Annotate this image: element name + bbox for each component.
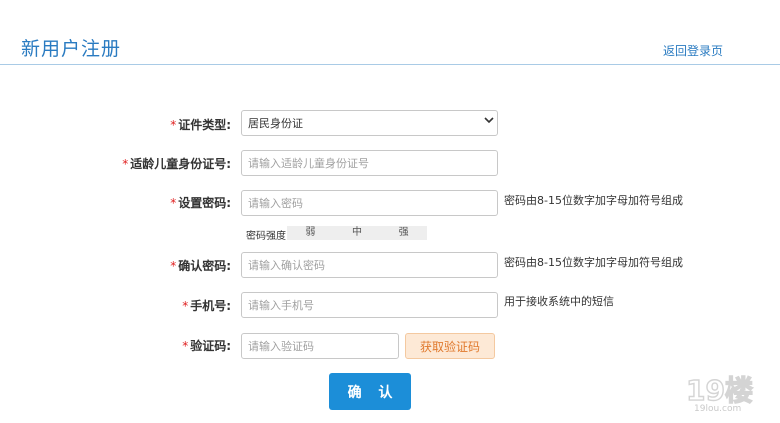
page-title: 新用户注册: [21, 38, 122, 60]
confirm-password-input[interactable]: [241, 252, 498, 278]
required-mark: *: [122, 157, 129, 171]
code-input[interactable]: [241, 333, 399, 359]
page-header: 新用户注册 返回登录页: [0, 0, 780, 65]
id-type-select[interactable]: 居民身份证: [241, 110, 498, 136]
password-strength-label: 密码强度: [246, 231, 286, 242]
password-strength-bar: 弱 中 强: [287, 226, 427, 240]
code-label: * 验证码:: [182, 339, 231, 353]
id-type-label: * 证件类型:: [170, 118, 231, 132]
phone-input[interactable]: [241, 292, 498, 318]
strength-medium: 中: [352, 227, 362, 238]
logo-mark: 19楼: [686, 374, 753, 407]
confirm-password-hint: 密码由8-15位数字加字母加符号组成: [504, 256, 683, 269]
required-mark: *: [170, 259, 177, 273]
password-input[interactable]: [241, 190, 498, 216]
required-mark: *: [182, 299, 189, 313]
back-to-login-link[interactable]: 返回登录页: [663, 42, 723, 59]
required-mark: *: [170, 118, 177, 132]
confirm-button[interactable]: 确 认: [329, 373, 411, 410]
password-hint: 密码由8-15位数字加字母加符号组成: [504, 194, 683, 207]
child-id-input[interactable]: [241, 150, 498, 176]
strength-strong: 强: [398, 227, 409, 238]
watermark-site-text: 19lou.com: [694, 404, 742, 414]
phone-hint: 用于接收系统中的短信: [504, 295, 614, 308]
strength-weak: 弱: [305, 227, 316, 238]
password-label: * 设置密码:: [170, 196, 231, 210]
phone-label: * 手机号:: [182, 299, 231, 313]
required-mark: *: [170, 196, 177, 210]
child-id-label: * 适龄儿童身份证号:: [122, 157, 231, 171]
confirm-password-label: * 确认密码:: [170, 259, 231, 273]
get-code-button[interactable]: 获取验证码: [405, 333, 495, 359]
required-mark: *: [182, 339, 189, 353]
